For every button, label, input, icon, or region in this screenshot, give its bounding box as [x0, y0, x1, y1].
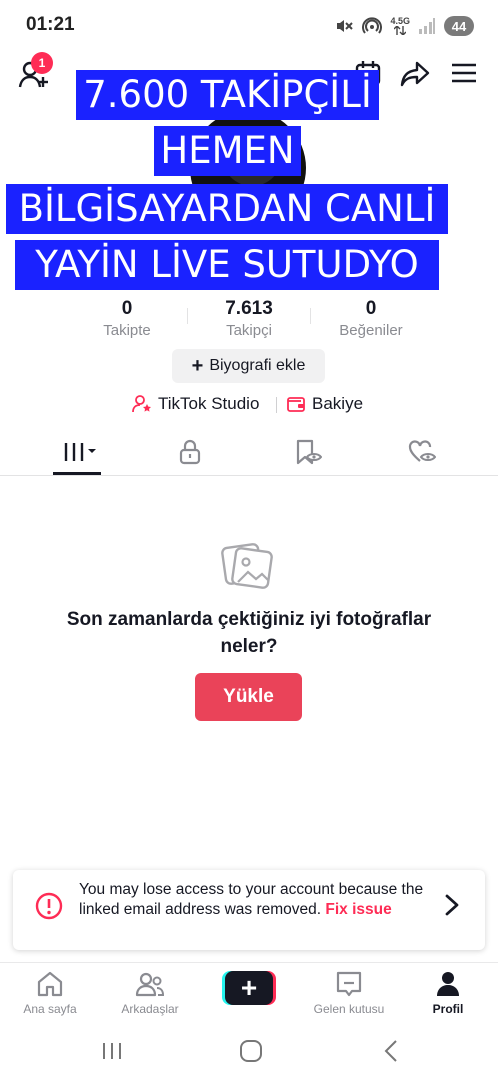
empty-state-text: Son zamanlarda çektiğiniz iyi fotoğrafla… — [66, 609, 432, 657]
stat-label: Beğeniler — [339, 322, 403, 339]
heart-eye-icon — [408, 440, 436, 462]
tiktok-studio-label: TikTok Studio — [158, 394, 260, 413]
bookmark-eye-icon — [296, 439, 322, 465]
chevron-right-icon[interactable] — [441, 892, 463, 918]
share-icon[interactable] — [400, 60, 430, 88]
system-nav — [0, 1024, 498, 1080]
nav-label: Ana sayfa — [23, 1002, 77, 1016]
warning-text: You may lose access to your account beca… — [79, 880, 429, 920]
nav-profile[interactable]: Profil — [400, 969, 496, 1023]
links-divider — [276, 397, 277, 413]
hotspot-icon — [362, 17, 383, 34]
signal-icon — [419, 18, 435, 34]
stat-label: Takipçi — [226, 322, 272, 339]
plus-icon: + — [191, 355, 204, 377]
lock-icon — [179, 439, 201, 465]
banner-line-1: 7.600 TAKİPÇİLİ — [76, 70, 379, 120]
tab-private[interactable] — [160, 438, 220, 466]
stat-value: 7.613 — [225, 298, 273, 319]
alert-icon — [35, 892, 63, 920]
add-bio-button[interactable]: + Biyografi ekle — [172, 349, 325, 383]
fix-issue-link[interactable]: Fix issue — [325, 901, 391, 918]
upload-button[interactable]: Yükle — [195, 673, 302, 721]
tab-favorites[interactable] — [278, 438, 338, 466]
inbox-icon — [336, 971, 362, 997]
friends-icon — [135, 972, 165, 997]
back-icon[interactable] — [378, 1038, 406, 1064]
tab-videos[interactable] — [50, 438, 110, 466]
nav-friends[interactable]: Arkadaşlar — [102, 969, 198, 1023]
home-icon — [37, 971, 63, 997]
battery-indicator: 44 — [444, 16, 474, 36]
grid-icon — [64, 443, 96, 461]
banner-line-4: YAYİN LİVE SUTUDYO — [15, 240, 439, 290]
notification-badge: 1 — [31, 52, 53, 74]
network-label: 4.5G — [390, 16, 410, 26]
status-time: 01:21 — [26, 14, 75, 35]
tab-liked[interactable] — [392, 438, 452, 466]
profile-tabs — [0, 430, 498, 476]
profile-links: TikTok Studio Bakiye — [0, 394, 498, 416]
banner-line-3: BİLGİSAYARDAN CANLİ — [6, 184, 448, 234]
studio-icon — [132, 395, 151, 413]
stat-value: 0 — [121, 298, 133, 319]
recent-apps-icon[interactable] — [98, 1038, 126, 1064]
nav-home[interactable]: Ana sayfa — [2, 969, 98, 1023]
mute-icon — [337, 20, 354, 32]
create-icon: + — [225, 971, 273, 1005]
create-button[interactable]: + — [222, 971, 276, 1005]
data-arrows-icon — [394, 26, 407, 35]
nav-label: Arkadaşlar — [121, 1002, 179, 1016]
nav-label: Gelen kutusu — [313, 1002, 385, 1016]
stat-label: Takipte — [103, 322, 151, 339]
add-bio-label: Biyografi ekle — [209, 357, 306, 374]
profile-stats: 0 Takipte 7.613 Takipçi 0 Beğeniler — [0, 298, 498, 344]
bottom-nav: Ana sayfa Arkadaşlar + Gelen kutusu Prof… — [0, 962, 498, 1024]
stat-value: 0 — [365, 298, 377, 319]
stat-likes[interactable]: 0 Beğeniler — [306, 298, 436, 339]
nav-label: Profil — [432, 1002, 464, 1016]
status-icons: 4.5G 44 — [334, 14, 474, 38]
profile-icon — [437, 972, 459, 996]
tiktok-studio-link[interactable]: TikTok Studio — [132, 394, 259, 414]
network-indicator: 4.5G — [390, 17, 410, 35]
nav-inbox[interactable]: Gelen kutusu — [301, 969, 397, 1023]
menu-icon[interactable] — [451, 62, 477, 84]
stat-followers[interactable]: 7.613 Takipçi — [184, 298, 314, 339]
photos-icon — [221, 543, 273, 589]
wallet-icon — [287, 397, 305, 412]
balance-label: Bakiye — [312, 394, 364, 413]
banner-line-2: HEMEN — [154, 126, 301, 176]
home-button-icon[interactable] — [237, 1038, 265, 1064]
stat-following[interactable]: 0 Takipte — [62, 298, 192, 339]
status-bar: 01:21 4.5G 44 — [0, 0, 498, 50]
account-warning-card[interactable]: You may lose access to your account beca… — [13, 870, 485, 950]
active-tab-indicator — [53, 472, 101, 475]
balance-link[interactable]: Bakiye — [286, 394, 363, 414]
